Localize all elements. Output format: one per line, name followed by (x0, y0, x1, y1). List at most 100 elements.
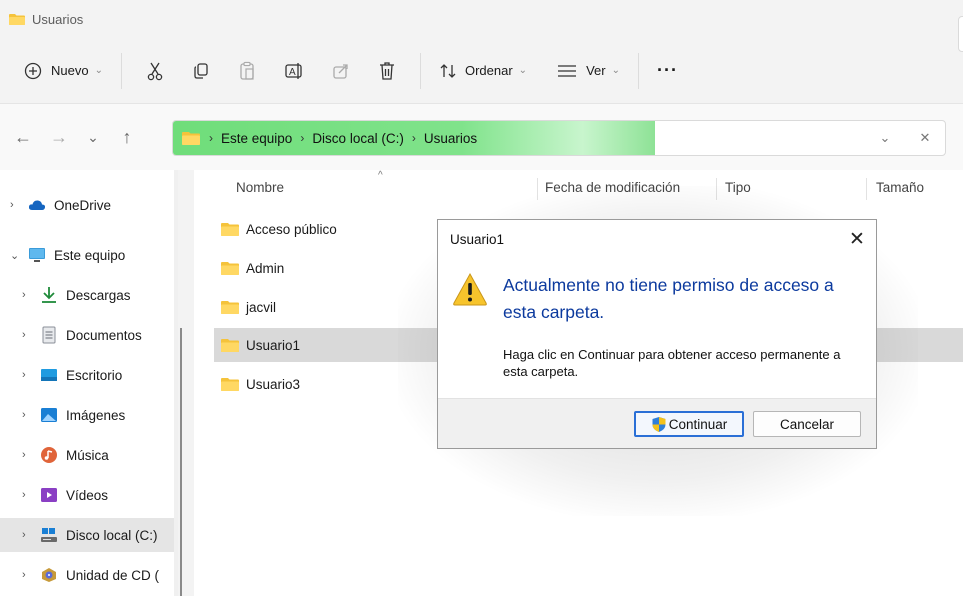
sidebar-item-label: Música (66, 447, 109, 463)
folder-icon (221, 338, 239, 352)
address-clear-button[interactable]: ✕ (905, 130, 945, 146)
expand-chevron-icon[interactable]: › (22, 449, 36, 461)
breadcrumb-item-este-equipo[interactable]: Este equipo (221, 131, 292, 146)
dialog-message: Haga clic en Continuar para obtener acce… (503, 347, 841, 379)
svg-text:A: A (289, 67, 296, 78)
expand-chevron-icon[interactable]: › (22, 569, 36, 581)
chevron-down-icon: ⌄ (94, 65, 103, 76)
scrollbar-thumb[interactable] (180, 328, 182, 596)
rename-icon: A (285, 62, 302, 79)
expand-chevron-icon[interactable]: › (22, 289, 36, 301)
address-history-button[interactable]: ⌄ (865, 130, 905, 146)
toolbar-divider (120, 52, 122, 89)
expand-chevron-icon[interactable]: › (22, 329, 36, 341)
sidebar-item-disco-local[interactable]: › Disco local (C:) (0, 518, 174, 552)
sidebar-item-videos[interactable]: › Vídeos (0, 478, 174, 512)
recent-locations-button[interactable]: ⌄ (78, 129, 108, 146)
address-actions: ⌄ ✕ (865, 121, 945, 155)
title-bar: Usuarios (0, 0, 963, 38)
sidebar-item-label: Unidad de CD ( (66, 567, 160, 583)
videos-icon (40, 486, 58, 504)
command-bar: Nuevo ⌄ A Ordenar ⌄ Ver ⌄ ··· (0, 38, 963, 104)
breadcrumb: › Este equipo › Disco local (C:) › Usuar… (173, 121, 655, 155)
cloud-icon (28, 196, 46, 214)
sort-button[interactable]: Ordenar ⌄ (431, 54, 535, 88)
continue-button[interactable]: Continuar (634, 411, 744, 437)
chevron-down-icon: ⌄ (518, 65, 528, 76)
expand-chevron-icon[interactable]: › (10, 199, 24, 211)
sidebar-item-musica[interactable]: › Música (0, 438, 174, 472)
file-name: Usuario3 (246, 376, 301, 392)
sidebar-item-label: OneDrive (54, 197, 112, 213)
new-button[interactable]: Nuevo ⌄ (16, 54, 111, 88)
sort-indicator-icon: ^ (378, 170, 383, 181)
more-options-button[interactable]: ··· (649, 54, 686, 88)
sidebar-item-este-equipo[interactable]: ⌄ Este equipo (0, 238, 174, 272)
forward-button[interactable]: → (44, 127, 74, 148)
toolbar-divider (419, 52, 421, 89)
sidebar-item-escritorio[interactable]: › Escritorio (0, 358, 174, 392)
folder-icon (182, 131, 200, 145)
breadcrumb-item-usuarios[interactable]: Usuarios (424, 131, 477, 146)
paste-button[interactable] (224, 54, 270, 88)
sidebar-item-imagenes[interactable]: › Imágenes (0, 398, 174, 432)
chevron-down-icon: ⌄ (611, 65, 620, 76)
sidebar-item-label: Vídeos (66, 487, 109, 503)
folder-icon (221, 261, 239, 275)
sidebar-scrollbar[interactable] (174, 170, 182, 596)
sort-icon (440, 63, 456, 78)
sidebar-item-unidad-cd[interactable]: › Unidad de CD ( (0, 558, 174, 592)
file-name: jacvil (246, 299, 277, 315)
view-label: Ver (586, 63, 606, 78)
continue-label: Continuar (668, 416, 728, 432)
sidebar-item-label: Documentos (66, 327, 142, 343)
sidebar-item-label: Descargas (66, 287, 131, 303)
search-box[interactable] (958, 16, 963, 52)
navigation-pane: › OneDrive ⌄ Este equipo › Descargas › D… (0, 170, 178, 596)
back-button[interactable]: ← (8, 127, 38, 148)
delete-button[interactable] (364, 54, 410, 88)
drive-icon (40, 526, 58, 544)
address-bar[interactable]: › Este equipo › Disco local (C:) › Usuar… (172, 120, 946, 156)
cancel-button[interactable]: Cancelar (753, 411, 861, 437)
sidebar-item-label: Escritorio (66, 367, 123, 383)
cut-icon (147, 62, 163, 80)
desktop-icon (40, 366, 58, 384)
sidebar-item-documentos[interactable]: › Documentos (0, 318, 174, 352)
column-header-name[interactable]: Nombre (236, 180, 284, 195)
uac-shield-icon (652, 416, 666, 432)
paste-icon (240, 61, 254, 80)
folder-icon (221, 300, 239, 314)
breadcrumb-item-disco-local[interactable]: Disco local (C:) (312, 131, 404, 146)
new-label: Nuevo (51, 63, 89, 78)
cancel-label: Cancelar (779, 416, 835, 432)
pictures-icon (40, 406, 58, 424)
cut-button[interactable] (132, 54, 178, 88)
copy-button[interactable] (178, 54, 224, 88)
sidebar-item-label: Disco local (C:) (66, 527, 158, 543)
share-button[interactable] (318, 54, 364, 88)
sidebar-item-label: Este equipo (54, 247, 126, 263)
expand-chevron-icon[interactable]: › (22, 529, 36, 541)
folder-icon (221, 377, 239, 391)
sidebar-item-onedrive[interactable]: › OneDrive (0, 188, 174, 222)
view-button[interactable]: Ver ⌄ (549, 54, 628, 88)
breadcrumb-separator: › (411, 131, 416, 145)
sort-label: Ordenar (464, 63, 513, 78)
delete-icon (379, 61, 394, 80)
breadcrumb-separator: › (300, 131, 305, 145)
view-icon (558, 64, 577, 77)
dialog-heading: Actualmente no tiene permiso de acceso a… (503, 275, 834, 322)
expand-chevron-icon[interactable]: › (22, 409, 36, 421)
rename-button[interactable]: A (270, 54, 318, 88)
collapse-chevron-icon[interactable]: ⌄ (10, 249, 24, 262)
music-icon (40, 446, 58, 464)
up-button[interactable]: ↑ (112, 127, 142, 148)
download-icon (40, 286, 58, 304)
file-name: Acceso público (246, 221, 337, 237)
dialog-title: Usuario1 (450, 231, 505, 247)
expand-chevron-icon[interactable]: › (22, 489, 36, 501)
sidebar-item-descargas[interactable]: › Descargas (0, 278, 174, 312)
dialog-close-button[interactable]: ✕ (842, 224, 872, 254)
expand-chevron-icon[interactable]: › (22, 369, 36, 381)
